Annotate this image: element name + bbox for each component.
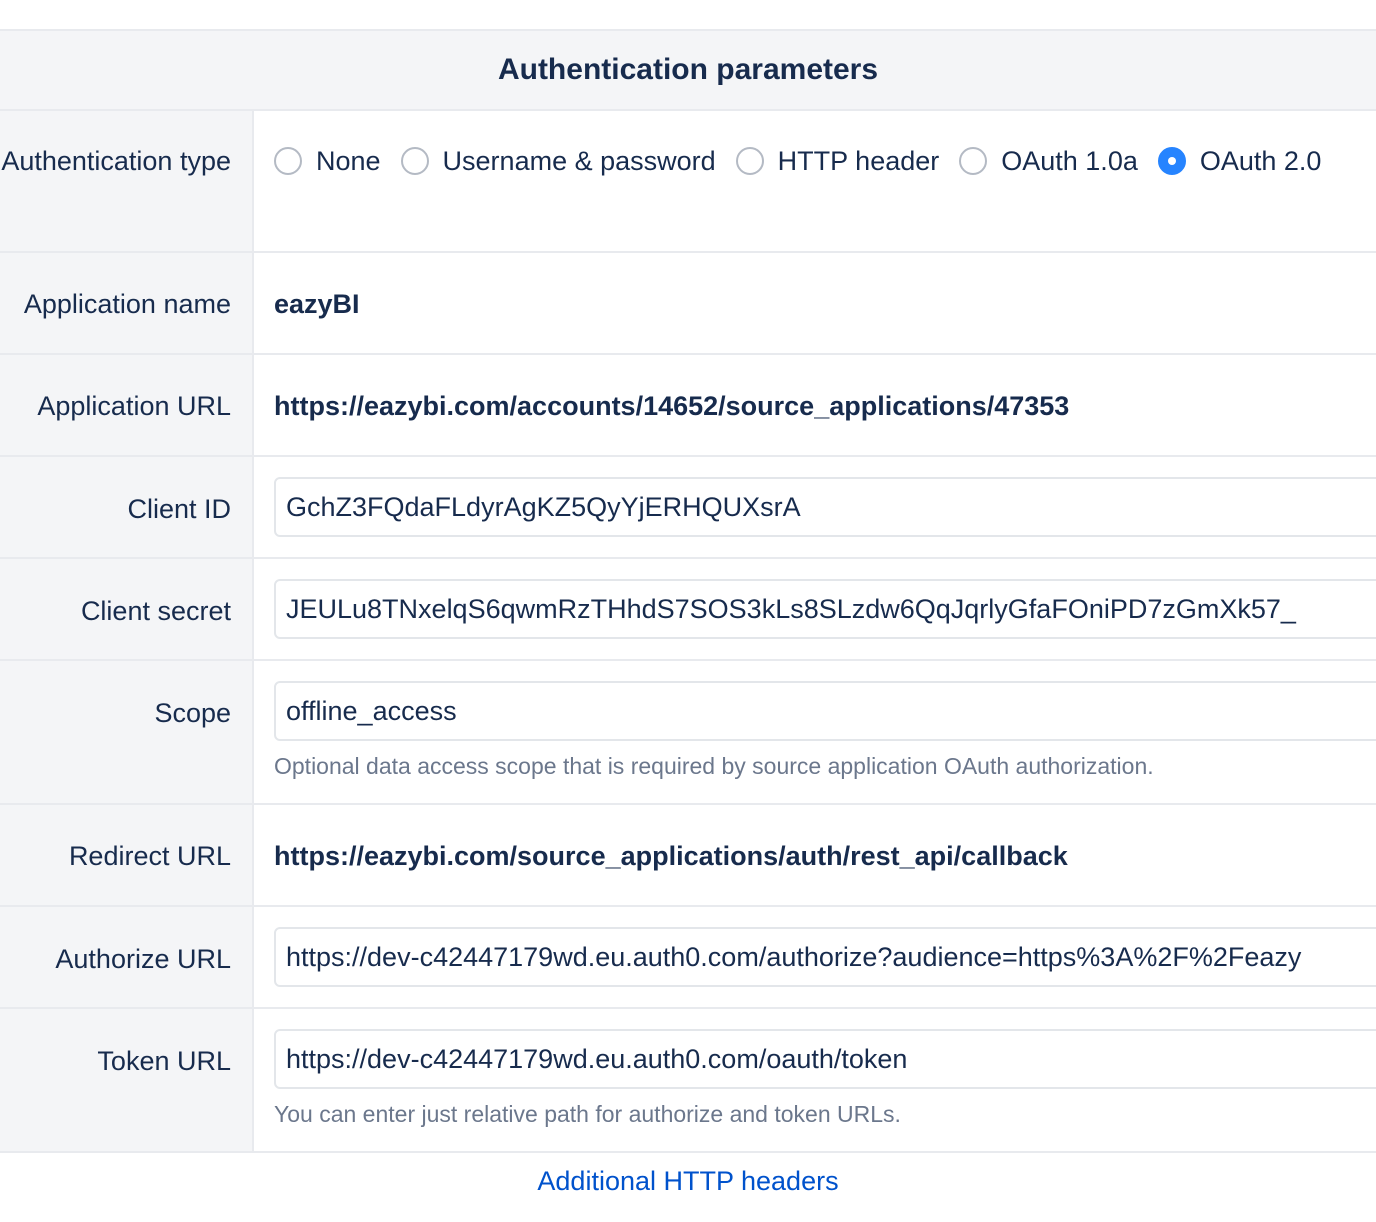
radio-label-username-password: Username & password [442,145,716,176]
authentication-type-label: Authentication type [0,111,254,251]
row-redirect-url: Redirect URL https://eazybi.com/source_a… [0,805,1376,907]
radio-oauth-2[interactable] [1157,147,1186,175]
token-url-cell: You can enter just relative path for aut… [254,1009,1376,1151]
row-client-secret: Client secret [0,559,1376,661]
radio-label-oauth-1: OAuth 1.0a [1001,145,1138,176]
auth-parameters-page: Authentication parameters Authentication… [0,0,1376,1222]
authentication-type-value: None Username & password HTTP header OAu… [254,111,1376,251]
section-header: Authentication parameters [0,29,1376,111]
application-url-cell: https://eazybi.com/accounts/14652/source… [254,355,1376,455]
client-secret-cell [254,559,1376,659]
row-token-url: Token URL You can enter just relative pa… [0,1009,1376,1153]
authentication-type-radio-group: None Username & password HTTP header OAu… [274,141,1376,181]
row-application-url: Application URL https://eazybi.com/accou… [0,355,1376,457]
radio-option-http-header[interactable]: HTTP header [735,145,940,177]
redirect-url-value: https://eazybi.com/source_applications/a… [274,841,1068,871]
redirect-url-label: Redirect URL [0,805,254,905]
radio-option-oauth-2[interactable]: OAuth 2.0 [1157,145,1322,177]
scope-cell: Optional data access scope that is requi… [254,661,1376,803]
application-url-label: Application URL [0,355,254,455]
token-url-label: Token URL [0,1009,254,1151]
radio-none[interactable] [274,147,302,175]
row-scope: Scope Optional data access scope that is… [0,661,1376,805]
radio-username-password[interactable] [400,147,429,175]
radio-option-username-password[interactable]: Username & password [400,145,716,177]
authorize-url-cell [254,907,1376,1007]
radio-http-header[interactable] [735,147,764,175]
token-url-input[interactable] [274,1029,1376,1089]
row-authorize-url: Authorize URL [0,907,1376,1009]
auth-form: Authentication type None Username & pass… [0,111,1376,1153]
redirect-url-cell: https://eazybi.com/source_applications/a… [254,805,1376,905]
radio-option-oauth-1[interactable]: OAuth 1.0a [959,146,1138,177]
application-name-label: Application name [0,253,254,353]
scope-input[interactable] [274,681,1376,741]
token-url-help-text: You can enter just relative path for aut… [274,1101,901,1127]
scope-label: Scope [0,661,254,803]
application-name-cell: eazyBI [254,253,1376,353]
section-title: Authentication parameters [497,53,879,86]
radio-option-none[interactable]: None [274,146,381,177]
client-secret-input[interactable] [274,579,1376,639]
additional-http-headers-link[interactable]: Additional HTTP headers [0,1166,1376,1197]
top-spacer [0,0,1376,29]
radio-label-none: None [316,145,381,176]
radio-label-oauth-2: OAuth 2.0 [1199,145,1322,176]
radio-oauth-1[interactable] [959,147,988,175]
row-client-id: Client ID [0,457,1376,559]
client-secret-label: Client secret [0,559,254,659]
row-application-name: Application name eazyBI [0,253,1376,355]
authorize-url-input[interactable] [274,927,1376,987]
radio-label-http-header: HTTP header [777,145,940,176]
scope-help-text: Optional data access scope that is requi… [274,753,1154,779]
application-name-value: eazyBI [274,289,360,319]
row-authentication-type: Authentication type None Username & pass… [0,111,1376,253]
client-id-input[interactable] [274,477,1376,537]
application-url-value: https://eazybi.com/accounts/14652/source… [274,391,1070,421]
client-id-cell [254,457,1376,557]
client-id-label: Client ID [0,457,254,557]
authorize-url-label: Authorize URL [0,907,254,1007]
